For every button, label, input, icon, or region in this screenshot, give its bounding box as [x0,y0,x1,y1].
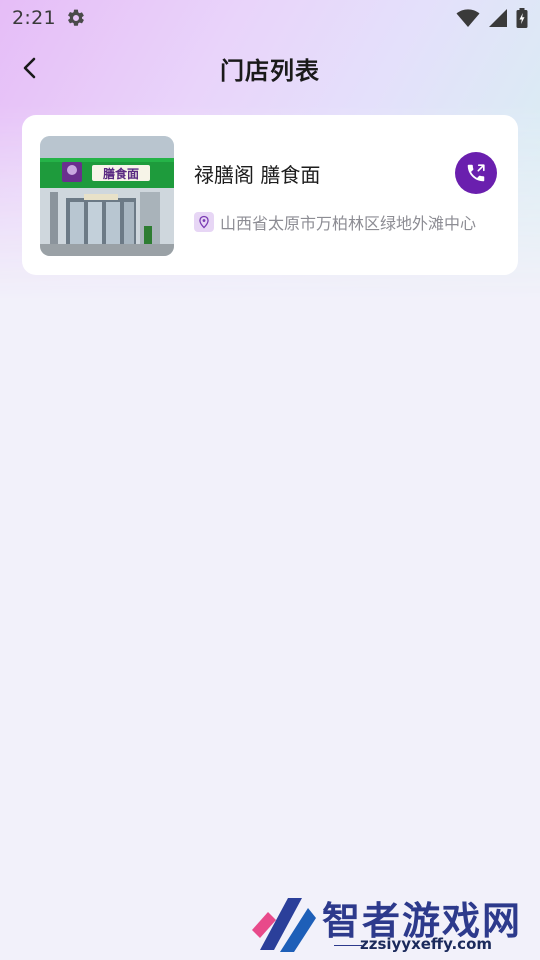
page-header: 门店列表 [0,44,540,92]
store-card[interactable]: 膳食面 禄膳阁 膳食面 山西省太原市万柏林区绿地外滩中心 [22,115,518,275]
phone-call-icon [467,164,485,182]
status-time: 2:21 [12,7,56,29]
signal-icon [489,9,507,27]
store-photo: 膳食面 [40,136,174,256]
store-address-row: 山西省太原市万柏林区绿地外滩中心 [194,210,476,234]
back-button[interactable] [14,52,46,84]
status-icons [456,8,528,28]
battery-icon [516,8,528,28]
page-title: 门店列表 [220,56,320,85]
watermark-divider [334,945,362,946]
watermark: 智者游戏网 zzsiyyxeffy.com [250,890,540,960]
wifi-icon [456,9,480,27]
location-pin-icon [194,212,214,232]
store-sign-text: 膳食面 [103,166,139,181]
back-arrow-icon [23,57,36,79]
status-bar: 2:21 [0,0,540,36]
store-address: 山西省太原市万柏林区绿地外滩中心 [220,214,477,233]
store-name: 禄膳阁 膳食面 [194,163,321,187]
gear-icon [68,9,84,26]
call-button[interactable] [455,152,497,194]
watermark-url: zzsiyyxeffy.com [360,935,493,953]
watermark-logo-icon [252,898,316,952]
